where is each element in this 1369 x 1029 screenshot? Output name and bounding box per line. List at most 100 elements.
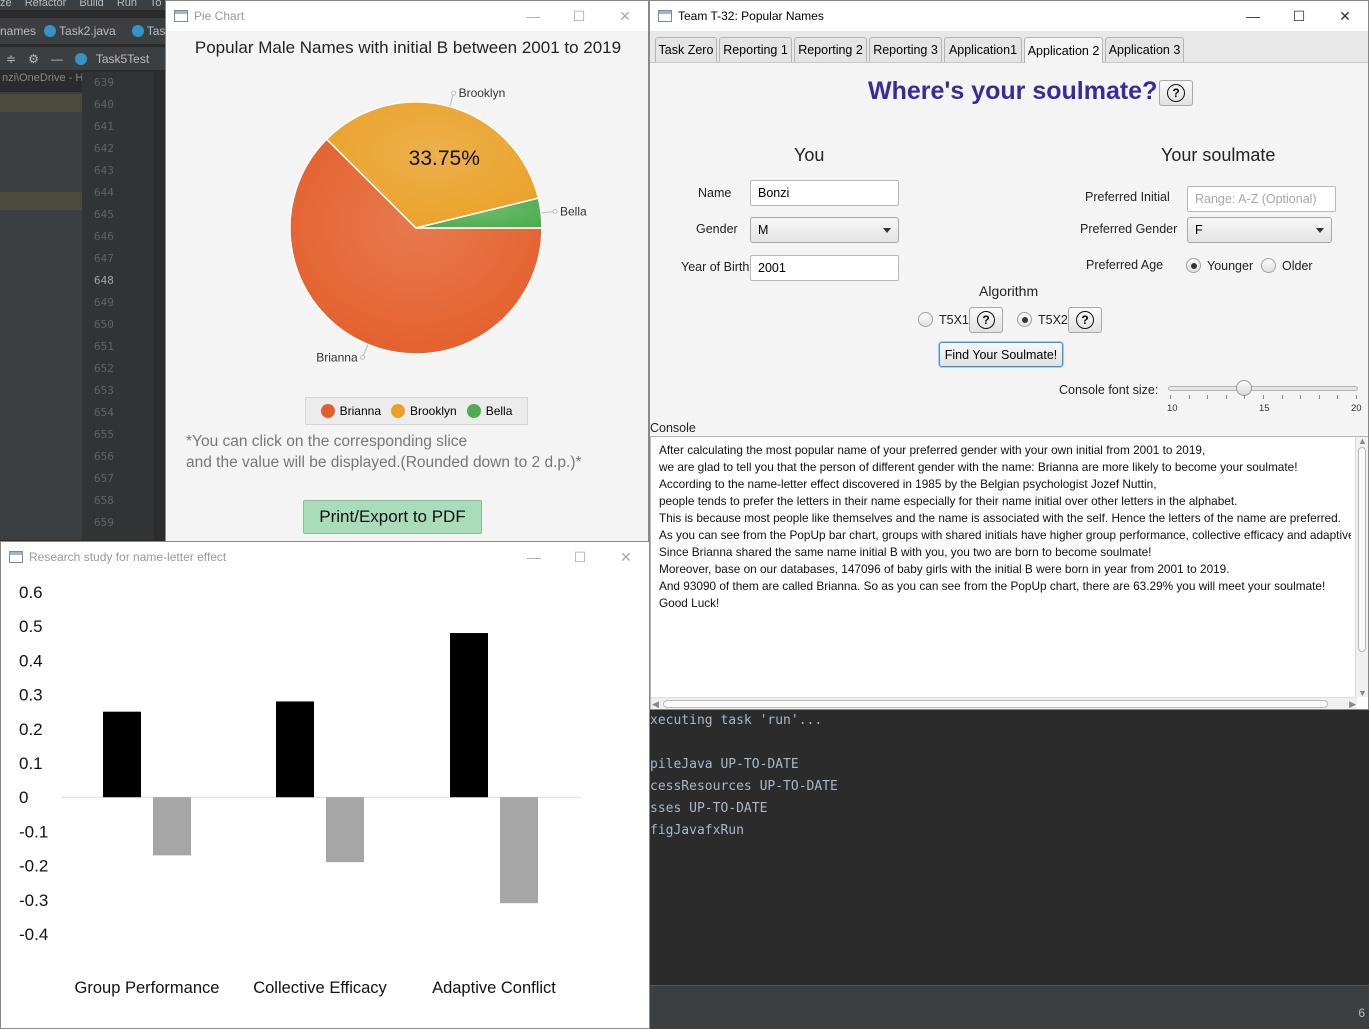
y-tick-label: 0.3 <box>19 686 43 705</box>
tab-bar: Task Zero Reporting 1 Reporting 2 Report… <box>650 31 1368 63</box>
ide-menu-item[interactable]: To <box>150 0 162 9</box>
status-text: 6 <box>1358 1006 1365 1020</box>
console-output[interactable]: After calculating the most popular name … <box>650 436 1368 709</box>
tab-application-3[interactable]: Application 3 <box>1105 37 1184 62</box>
preferred-initial-input[interactable]: Range: A-Z (Optional) <box>1187 186 1336 212</box>
scrollbar-thumb[interactable] <box>1358 447 1366 652</box>
export-pdf-button[interactable]: Print/Export to PDF <box>303 500 482 534</box>
tree-selection <box>0 94 82 112</box>
scroll-down-icon[interactable]: ▼ <box>1358 688 1367 698</box>
scroll-left-icon[interactable]: ◀ <box>652 699 659 709</box>
algorithm-label: Algorithm <box>979 283 1039 299</box>
radio-indicator <box>1261 258 1276 273</box>
title-bar[interactable]: Research study for name-letter effect — … <box>1 542 649 572</box>
name-input[interactable]: Bonzi <box>750 180 899 206</box>
pie-leader-dot <box>451 90 457 96</box>
line-number: 656 <box>94 450 114 463</box>
vertical-scrollbar[interactable]: ▲ ▼ <box>1355 436 1368 698</box>
tab-reporting-3[interactable]: Reporting 3 <box>869 37 942 62</box>
line-number: 647 <box>94 252 114 265</box>
font-size-slider[interactable] <box>1168 386 1358 391</box>
note-line: and the value will be displayed.(Rounded… <box>186 454 582 471</box>
close-icon[interactable]: ✕ <box>1322 8 1368 25</box>
console-line: people tends to prefer the letters in th… <box>659 494 1238 508</box>
slider-tick <box>1225 395 1227 399</box>
name-label: Name <box>698 186 732 200</box>
line-number: 654 <box>94 406 114 419</box>
tab-application-2[interactable]: Application 2 <box>1024 37 1103 63</box>
radio-label: T5X1 <box>939 312 969 327</box>
tab-reporting-1[interactable]: Reporting 1 <box>719 37 792 62</box>
line-number: 641 <box>94 120 114 133</box>
preferred-gender-select[interactable]: F <box>1187 217 1332 243</box>
question-icon: ? <box>977 311 995 329</box>
scrollbar-thumb[interactable] <box>663 700 1328 708</box>
chevron-down-icon <box>883 228 891 233</box>
scroll-right-icon[interactable]: ▶ <box>1349 699 1356 709</box>
ide-tab[interactable]: Task2.java <box>44 24 124 38</box>
line-number: 659 <box>94 516 114 529</box>
gear-icon[interactable]: ⚙ <box>28 52 39 66</box>
ide-menu-item[interactable]: Build <box>79 0 103 9</box>
y-tick-label: -0.1 <box>19 822 48 841</box>
line-number: 649 <box>94 296 114 309</box>
tab-reporting-2[interactable]: Reporting 2 <box>794 37 867 62</box>
legend-label: Bella <box>485 404 513 418</box>
pie-leader-dot <box>360 354 366 360</box>
title-bar[interactable]: Team T-32: Popular Names — ☐ ✕ <box>650 1 1368 31</box>
horizontal-scrollbar[interactable]: ◀ ▶ <box>651 697 1357 709</box>
t5x1-help-button[interactable]: ? <box>969 307 1003 333</box>
console-line: As you can see from the PopUp bar chart,… <box>659 528 1351 542</box>
maximize-icon[interactable]: ☐ <box>557 549 603 566</box>
question-icon: ? <box>1167 84 1185 102</box>
slider-tick <box>1207 395 1209 399</box>
gender-label: Gender <box>696 222 738 236</box>
age-younger-radio[interactable]: Younger <box>1186 258 1253 273</box>
console-line: we are glad to tell you that the person … <box>659 460 1298 474</box>
year-of-birth-input[interactable]: 2001 <box>750 255 899 281</box>
ide-menu-item[interactable]: Run <box>117 0 137 9</box>
slider-tick <box>1300 395 1302 399</box>
find-soulmate-button[interactable]: Find Your Soulmate! <box>939 342 1063 367</box>
project-path: nzi\OneDrive - H <box>2 72 84 84</box>
pie-slice-label: Brianna <box>316 350 358 364</box>
tab-application-1[interactable]: Application1 <box>944 37 1022 62</box>
x-category-label: Group Performance <box>75 979 220 997</box>
collapse-icon[interactable]: ≑ <box>6 52 16 66</box>
bar-shared <box>103 711 141 798</box>
console-line: xecuting task 'run'... <box>650 713 823 728</box>
line-number-gutter: 639 640 641 642 643 644 645 646 647 648 649 650 651 6… <box>82 72 154 540</box>
close-icon[interactable]: ✕ <box>603 549 649 566</box>
preferred-gender-label: Preferred Gender <box>1080 222 1178 236</box>
ide-menu-item[interactable]: Refactor <box>25 0 67 9</box>
scroll-up-icon[interactable]: ▲ <box>1358 436 1367 446</box>
age-older-radio[interactable]: Older <box>1261 258 1313 273</box>
minimize-icon[interactable]: — <box>1230 8 1276 24</box>
ide-editor-tabs: names Task2.java Tas <box>0 18 170 44</box>
y-tick-label: 0.4 <box>19 651 43 670</box>
ide-tab[interactable]: Task5Test <box>74 52 155 66</box>
tree-selection <box>0 192 82 210</box>
console-line: sses UP-TO-DATE <box>650 801 768 816</box>
minimize-icon[interactable]: — <box>511 549 557 565</box>
algorithm-t5x1-radio[interactable]: T5X1 <box>918 312 969 327</box>
help-button[interactable]: ? <box>1159 80 1193 106</box>
bar-shared <box>276 701 314 798</box>
minimize-icon[interactable]: — <box>51 52 63 66</box>
slider-thumb[interactable] <box>1236 380 1253 396</box>
t5x2-help-button[interactable]: ? <box>1068 307 1102 333</box>
slider-mid-label: 15 <box>1259 403 1270 414</box>
legend-swatch <box>320 404 335 418</box>
gender-select[interactable]: M <box>750 217 899 243</box>
x-category-label: Adaptive Conflict <box>432 979 556 997</box>
line-number: 642 <box>94 142 114 155</box>
ide-tab[interactable]: names <box>0 24 36 38</box>
line-number: 653 <box>94 384 114 397</box>
window-title: Research study for name-letter effect <box>29 550 227 564</box>
console-font-size-label: Console font size: <box>1059 383 1159 397</box>
slider-min-label: 10 <box>1167 403 1178 414</box>
maximize-icon[interactable]: ☐ <box>1276 8 1322 25</box>
ide-menu-item[interactable]: ze <box>0 0 12 9</box>
algorithm-t5x2-radio[interactable]: T5X2 <box>1017 312 1068 327</box>
tab-task-zero[interactable]: Task Zero <box>655 37 717 62</box>
